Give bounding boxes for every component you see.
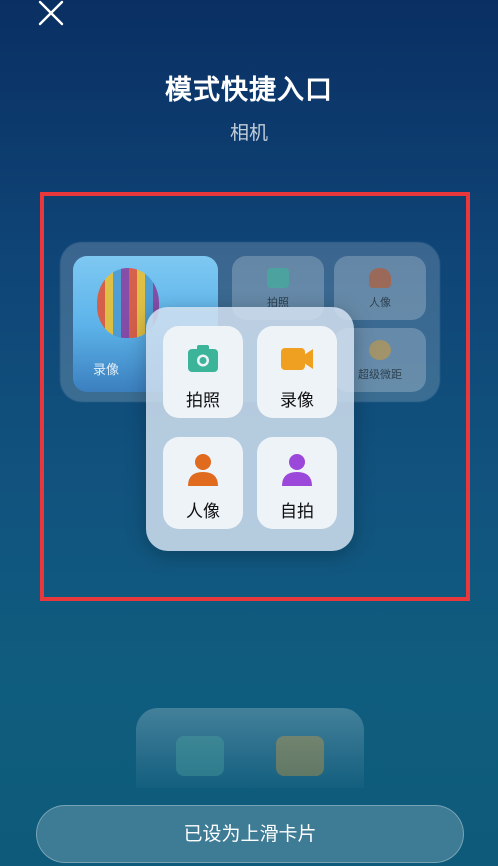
page-subtitle: 相机 xyxy=(229,122,268,144)
highlight-frame xyxy=(40,192,470,601)
video-camera-icon xyxy=(276,736,324,776)
close-icon xyxy=(38,0,64,26)
page-title: 模式快捷入口 xyxy=(165,75,333,106)
camera-icon xyxy=(176,736,224,776)
close-button[interactable] xyxy=(36,0,66,30)
set-swipe-up-card-button[interactable]: 已设为上滑卡片 xyxy=(36,805,464,863)
bottom-card-preview xyxy=(136,708,364,788)
